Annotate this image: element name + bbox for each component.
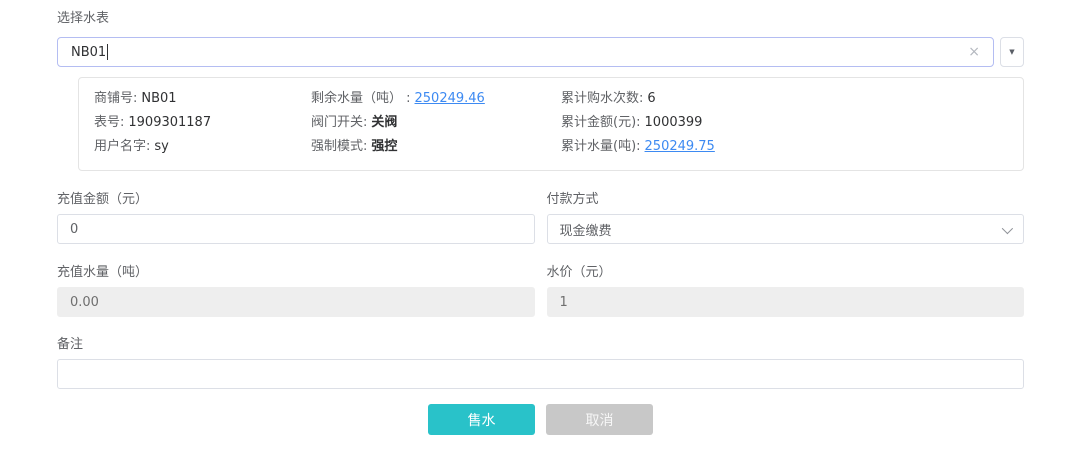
info-total-amount: 累计金额(元):1000399 <box>561 111 1008 135</box>
text-cursor <box>107 44 108 60</box>
sell-water-form: 选择水表 NB01 × ▼ 商铺号:NB01 剩余水量（吨） :250249.4… <box>0 0 1080 435</box>
water-price-label: 水价（元） <box>547 264 1025 282</box>
remark-item: 备注 <box>57 336 1024 389</box>
recharge-water-item: 充值水量（吨） <box>57 264 535 317</box>
dropdown-toggle-button[interactable]: ▼ <box>1000 37 1024 67</box>
form-row-1: 充值金额（元） 付款方式 现金缴费 <box>57 191 1024 244</box>
remark-label: 备注 <box>57 336 1024 354</box>
clear-icon[interactable]: × <box>968 45 980 59</box>
recharge-amount-item: 充值金额（元） <box>57 191 535 244</box>
info-purchase-count: 累计购水次数:6 <box>561 87 1008 111</box>
meter-select-row: NB01 × ▼ <box>57 37 1024 67</box>
recharge-amount-label: 充值金额（元） <box>57 191 535 209</box>
info-shop-number: 商铺号:NB01 <box>94 87 311 111</box>
form-row-2: 充值水量（吨） 水价（元） <box>57 264 1024 317</box>
chevron-down-icon <box>1002 223 1013 234</box>
meter-select-label: 选择水表 <box>57 10 1024 28</box>
info-meter-number: 表号:1909301187 <box>94 111 311 135</box>
sell-water-button[interactable]: 售水 <box>428 404 535 435</box>
action-buttons: 售水 取消 <box>57 404 1024 435</box>
meter-select-input[interactable]: NB01 × <box>57 37 994 67</box>
caret-down-icon: ▼ <box>1009 48 1014 56</box>
payment-method-label: 付款方式 <box>547 191 1025 209</box>
recharge-water-input <box>57 287 535 317</box>
meter-select-value: NB01 <box>71 45 106 60</box>
cancel-button[interactable]: 取消 <box>546 404 653 435</box>
remaining-water-link[interactable]: 250249.46 <box>415 91 485 106</box>
water-price-item: 水价（元） <box>547 264 1025 317</box>
meter-info-panel: 商铺号:NB01 剩余水量（吨） :250249.46 累计购水次数:6 表号:… <box>78 77 1024 171</box>
payment-method-value: 现金缴费 <box>560 220 612 239</box>
water-price-input <box>547 287 1025 317</box>
info-user-name: 用户名字:sy <box>94 135 311 159</box>
info-total-water: 累计水量(吨):250249.75 <box>561 135 1008 159</box>
payment-method-item: 付款方式 现金缴费 <box>547 191 1025 244</box>
info-valve-state: 阀门开关:关阀 <box>311 111 561 135</box>
info-force-mode: 强制模式:强控 <box>311 135 561 159</box>
payment-method-select[interactable]: 现金缴费 <box>547 214 1025 244</box>
total-water-link[interactable]: 250249.75 <box>645 139 715 154</box>
recharge-water-label: 充值水量（吨） <box>57 264 535 282</box>
remark-input[interactable] <box>57 359 1024 389</box>
info-remaining-water: 剩余水量（吨） :250249.46 <box>311 87 561 111</box>
recharge-amount-input[interactable] <box>57 214 535 244</box>
